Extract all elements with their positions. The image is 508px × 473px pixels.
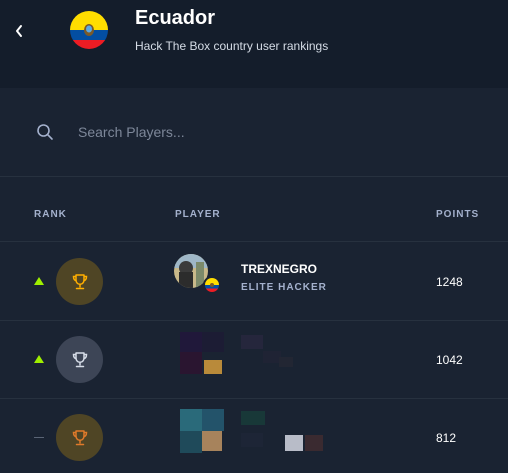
caret-up-icon xyxy=(34,355,44,363)
trophy-icon xyxy=(72,429,87,445)
rank-badge xyxy=(56,258,103,305)
player-points: 1248 xyxy=(436,275,463,289)
page-header: Ecuador Hack The Box country user rankin… xyxy=(0,0,508,88)
caret-up-icon xyxy=(34,277,44,285)
column-header-rank[interactable]: RANK xyxy=(34,209,67,220)
column-header-player[interactable]: PLAYER xyxy=(175,209,221,220)
back-button[interactable] xyxy=(8,18,30,44)
table-row[interactable]: 812 xyxy=(0,399,508,473)
player-rank-label: ELITE HACKER xyxy=(241,282,327,293)
avatar[interactable] xyxy=(180,332,224,374)
player-name[interactable] xyxy=(241,411,325,455)
table-header: RANK PLAYER POINTS xyxy=(0,178,508,242)
chevron-left-icon xyxy=(16,25,22,37)
player-name[interactable]: TREXNEGRO xyxy=(241,262,317,276)
search-input[interactable] xyxy=(70,118,470,146)
page-subtitle: Hack The Box country user rankings xyxy=(135,39,329,53)
search-icon xyxy=(37,124,53,140)
player-name[interactable] xyxy=(241,335,301,371)
rank-badge xyxy=(56,414,103,461)
table-row[interactable]: 1042 xyxy=(0,321,508,399)
rank-badge xyxy=(56,336,103,383)
column-header-points[interactable]: POINTS xyxy=(436,209,479,220)
page-title: Ecuador xyxy=(135,7,216,29)
table-row[interactable]: TREXNEGRO ELITE HACKER 1248 xyxy=(0,243,508,321)
search-bar xyxy=(0,88,508,177)
trend-neutral-indicator xyxy=(34,437,44,438)
trophy-icon xyxy=(72,351,87,367)
avatar[interactable] xyxy=(180,409,224,453)
player-points: 812 xyxy=(436,431,457,445)
trophy-icon xyxy=(72,273,87,289)
ecuador-flag-icon xyxy=(70,11,108,49)
player-points: 1042 xyxy=(436,353,463,367)
ecuador-flag-icon xyxy=(203,276,221,294)
